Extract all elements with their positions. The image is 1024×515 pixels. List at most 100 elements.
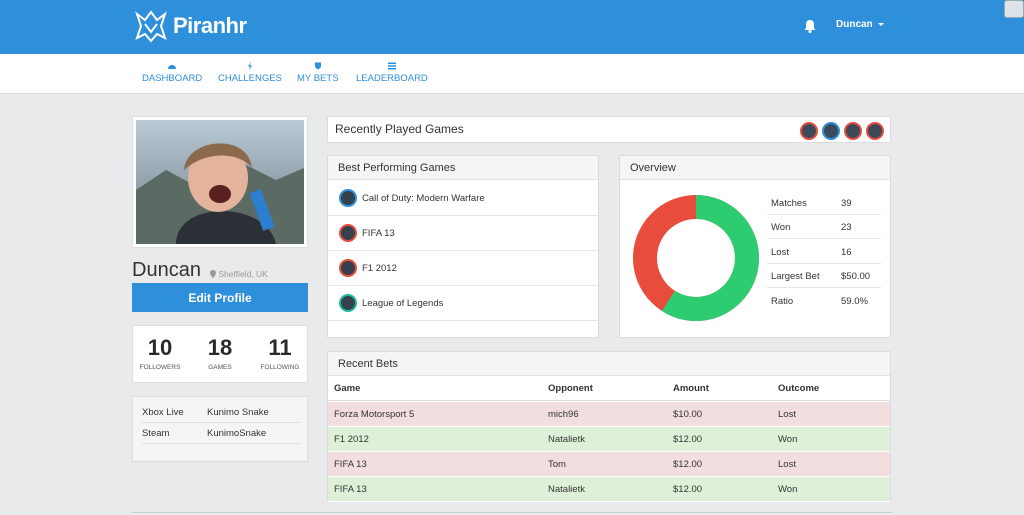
dashboard-icon [168, 65, 177, 69]
overview-key: Ratio [771, 296, 794, 307]
edit-profile-button[interactable]: Edit Profile [132, 283, 308, 312]
game-name: Call of Duty: Modern Warfare [362, 193, 485, 204]
overview-row: Ratio 59.0% [767, 289, 881, 313]
list-icon [387, 62, 396, 70]
bolt-icon [247, 62, 252, 70]
best-games-title: Best Performing Games [328, 156, 598, 180]
games-count: 18 [207, 335, 233, 360]
overview-row: Lost 16 [767, 240, 881, 264]
bet-opponent: mich96 [548, 409, 579, 420]
game-name: FIFA 13 [362, 228, 395, 239]
game-row[interactable]: Call of Duty: Modern Warfare [328, 181, 598, 216]
recent-game-badge[interactable] [822, 122, 840, 140]
game-name: League of Legends [362, 298, 444, 309]
bet-opponent: Tom [548, 459, 566, 470]
nav-leaderboard[interactable]: LEADERBOARD [356, 62, 428, 84]
overview-value: 39 [841, 198, 852, 209]
shield-icon [314, 62, 321, 70]
top-bar: Piranhr Duncan [0, 0, 1024, 54]
bet-opponent: Natalietk [548, 484, 585, 495]
recent-bets-title: Recent Bets [328, 352, 890, 376]
game-row[interactable]: FIFA 13 [328, 216, 598, 251]
bet-game: FIFA 13 [334, 484, 367, 495]
recent-bets-card: Recent Bets Game Opponent Amount Outcome… [327, 351, 891, 502]
games-stat[interactable]: 18 GAMES [195, 335, 245, 372]
profile-photo[interactable] [136, 120, 304, 244]
account-row: Steam KunimoSnake [142, 423, 300, 444]
overview-key: Won [771, 222, 791, 233]
logo[interactable]: Piranhr [133, 6, 247, 46]
account-handle: KunimoSnake [207, 428, 267, 439]
nav-dashboard-label: DASHBOARD [142, 73, 203, 84]
overview-key: Lost [771, 247, 789, 258]
table-row[interactable]: FIFA 13 Tom $12.00 Lost [328, 452, 890, 477]
nav-dashboard[interactable]: DASHBOARD [142, 62, 202, 84]
bet-game: FIFA 13 [334, 459, 367, 470]
bet-outcome: Won [778, 484, 798, 495]
game-icon [339, 294, 357, 312]
recent-game-badge[interactable] [800, 122, 818, 140]
followers-stat[interactable]: 10 FOLLOWERS [135, 335, 185, 372]
overview-value: 16 [841, 247, 852, 258]
overview-value: $50.00 [841, 271, 871, 282]
game-name: F1 2012 [362, 263, 397, 274]
game-icon [339, 189, 357, 207]
game-row[interactable]: F1 2012 [328, 251, 598, 286]
chevron-down-icon [877, 23, 884, 26]
account-service: Xbox Live [142, 407, 184, 418]
main-nav: DASHBOARD CHALLENGES MY BETS LEADERBOARD [0, 54, 1024, 94]
overview-card: Overview Matches 39 Won 23 Lost 16 Large… [619, 155, 891, 338]
game-icon [339, 259, 357, 277]
profile-location: Sheffield, UK [210, 269, 268, 279]
account-handle: Kunimo Snake [207, 407, 269, 418]
table-row[interactable]: F1 2012 Natalietk $12.00 Won [328, 427, 890, 452]
recent-game-badge[interactable] [866, 122, 884, 140]
games-label: GAMES [208, 364, 232, 371]
nav-challenges-label: CHALLENGES [218, 73, 282, 84]
nav-my-bets-label: MY BETS [297, 73, 339, 84]
overview-value: 59.0% [841, 296, 868, 307]
column-header[interactable]: Game [334, 383, 360, 394]
overview-row: Won 23 [767, 215, 881, 239]
profile-name: Duncan [132, 259, 201, 281]
account-service: Steam [142, 428, 170, 439]
win-loss-donut [633, 195, 759, 321]
profile-photo-frame [132, 116, 308, 248]
nav-challenges[interactable]: CHALLENGES [218, 62, 282, 84]
table-header: Game Opponent Amount Outcome [328, 376, 890, 401]
nav-my-bets[interactable]: MY BETS [297, 62, 339, 84]
bet-amount: $10.00 [673, 409, 703, 420]
overview-key: Matches [771, 198, 807, 209]
footer-divider [132, 512, 892, 513]
map-pin-icon [210, 270, 216, 278]
username: Duncan [836, 19, 873, 30]
overview-value: 23 [841, 222, 852, 233]
bet-amount: $12.00 [673, 459, 703, 470]
followers-count: 10 [147, 335, 173, 360]
game-row[interactable]: League of Legends [328, 286, 598, 321]
nav-leaderboard-label: LEADERBOARD [356, 73, 428, 84]
bet-outcome: Lost [778, 409, 796, 420]
bet-outcome: Won [778, 434, 798, 445]
following-stat[interactable]: 11 FOLLOWING [255, 336, 305, 372]
profile-stats: 10 FOLLOWERS 18 GAMES 11 FOLLOWING [132, 325, 308, 383]
browser-extension-icon[interactable] [1004, 0, 1024, 18]
overview-title: Overview [620, 156, 890, 180]
bet-game: Forza Motorsport 5 [334, 409, 415, 420]
best-games-card: Best Performing Games Call of Duty: Mode… [327, 155, 599, 338]
recent-game-badge[interactable] [844, 122, 862, 140]
user-menu[interactable]: Duncan [836, 19, 884, 30]
column-header[interactable]: Outcome [778, 383, 819, 394]
app-name: Piranhr [173, 13, 247, 38]
piranha-logo-icon [135, 10, 167, 43]
column-header[interactable]: Opponent [548, 383, 593, 394]
bell-icon[interactable] [802, 18, 818, 34]
column-header[interactable]: Amount [673, 383, 709, 394]
table-row[interactable]: Forza Motorsport 5 mich96 $10.00 Lost [328, 402, 890, 427]
bet-outcome: Lost [778, 459, 796, 470]
bet-opponent: Natalietk [548, 434, 585, 445]
recently-played-title: Recently Played Games [335, 122, 464, 136]
table-row[interactable]: FIFA 13 Natalietk $12.00 Won [328, 477, 890, 502]
account-row: Xbox Live Kunimo Snake [142, 402, 300, 423]
linked-accounts: Xbox Live Kunimo Snake Steam KunimoSnake [132, 396, 308, 462]
